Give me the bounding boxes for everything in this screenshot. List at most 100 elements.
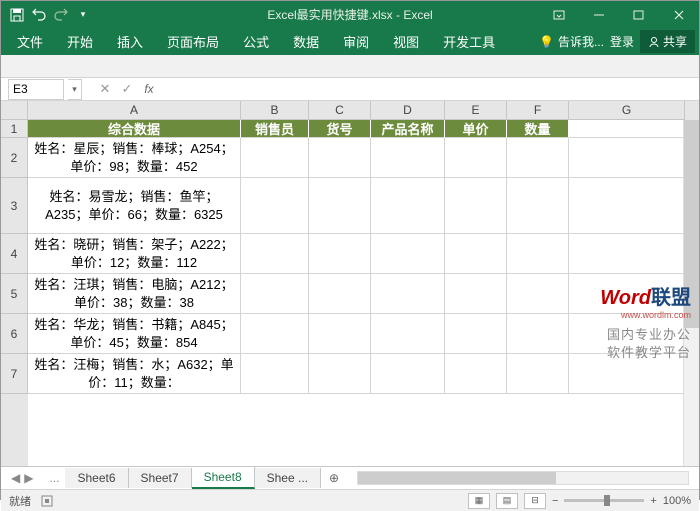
- zoom-level[interactable]: 100%: [663, 495, 691, 507]
- cell[interactable]: [445, 314, 507, 354]
- tell-me[interactable]: 💡告诉我...: [539, 33, 604, 50]
- cell[interactable]: 单价: [445, 120, 507, 138]
- cell[interactable]: [309, 138, 371, 178]
- nav-prev-icon[interactable]: ◀: [11, 471, 20, 485]
- col-header-f[interactable]: F: [507, 101, 569, 120]
- zoom-slider[interactable]: [564, 499, 644, 502]
- sheet-tab[interactable]: Sheet7: [129, 468, 192, 488]
- zoom-thumb[interactable]: [604, 495, 610, 506]
- view-normal-icon[interactable]: ▦: [468, 493, 490, 509]
- sheet-tab[interactable]: Shee ...: [255, 468, 321, 488]
- cell[interactable]: [507, 138, 569, 178]
- add-sheet-icon[interactable]: ⊕: [321, 471, 347, 485]
- cell[interactable]: [371, 354, 445, 394]
- enter-icon[interactable]: ✓: [116, 79, 138, 100]
- row-header[interactable]: 6: [1, 314, 28, 354]
- cell[interactable]: [569, 354, 685, 394]
- view-break-icon[interactable]: ⊟: [524, 493, 546, 509]
- cell[interactable]: [371, 314, 445, 354]
- cell[interactable]: [371, 138, 445, 178]
- cell[interactable]: 数量: [507, 120, 569, 138]
- cell[interactable]: [569, 314, 685, 354]
- tab-data[interactable]: 数据: [281, 28, 331, 55]
- cells-area[interactable]: 综合数据销售员货号产品名称单价数量姓名：星辰；销售：棒球；A254；单价：98；…: [28, 120, 699, 466]
- cell[interactable]: [507, 314, 569, 354]
- tab-layout[interactable]: 页面布局: [155, 28, 231, 55]
- cell[interactable]: 货号: [309, 120, 371, 138]
- tab-review[interactable]: 审阅: [331, 28, 381, 55]
- cell[interactable]: [507, 274, 569, 314]
- cell[interactable]: [309, 274, 371, 314]
- minimize-icon[interactable]: [579, 1, 619, 28]
- tab-insert[interactable]: 插入: [105, 28, 155, 55]
- cell[interactable]: [569, 120, 685, 138]
- zoom-out-icon[interactable]: −: [552, 495, 558, 507]
- cell[interactable]: 姓名：星辰；销售：棒球；A254；单价：98；数量：452: [28, 138, 241, 178]
- tab-view[interactable]: 视图: [381, 28, 431, 55]
- cell[interactable]: 姓名：汪琪；销售：电脑；A212；单价：38；数量：38: [28, 274, 241, 314]
- save-icon[interactable]: [7, 5, 27, 25]
- sheet-tab[interactable]: Sheet6: [65, 468, 128, 488]
- cell[interactable]: [241, 234, 309, 274]
- cell[interactable]: [445, 354, 507, 394]
- row-header[interactable]: 3: [1, 178, 28, 234]
- view-layout-icon[interactable]: ▤: [496, 493, 518, 509]
- cell[interactable]: 产品名称: [371, 120, 445, 138]
- vscroll-thumb[interactable]: [684, 120, 699, 328]
- cell[interactable]: [445, 274, 507, 314]
- cell[interactable]: [507, 178, 569, 234]
- tab-home[interactable]: 开始: [55, 28, 105, 55]
- redo-icon[interactable]: [51, 5, 71, 25]
- nav-next-icon[interactable]: ▶: [24, 471, 33, 485]
- cell[interactable]: [309, 314, 371, 354]
- col-header-e[interactable]: E: [445, 101, 507, 120]
- cell[interactable]: [309, 354, 371, 394]
- zoom-in-icon[interactable]: +: [650, 495, 656, 507]
- formula-input[interactable]: [160, 79, 699, 100]
- cell[interactable]: [371, 274, 445, 314]
- col-header-a[interactable]: A: [28, 101, 241, 120]
- name-box[interactable]: E3: [8, 79, 64, 100]
- row-header[interactable]: 4: [1, 234, 28, 274]
- tab-file[interactable]: 文件: [5, 28, 55, 55]
- hscroll-thumb[interactable]: [358, 472, 556, 484]
- row-header[interactable]: 2: [1, 138, 28, 178]
- ribbon-options-icon[interactable]: [539, 1, 579, 28]
- row-header[interactable]: 1: [1, 120, 28, 138]
- sheet-more[interactable]: ...: [43, 471, 65, 485]
- name-box-dropdown-icon[interactable]: ▾: [68, 79, 82, 100]
- cell[interactable]: 姓名：汪梅；销售：水；A632；单价：11；数量：: [28, 354, 241, 394]
- tab-formulas[interactable]: 公式: [231, 28, 281, 55]
- col-header-b[interactable]: B: [241, 101, 309, 120]
- cell[interactable]: [507, 234, 569, 274]
- cell[interactable]: [569, 234, 685, 274]
- cell[interactable]: [241, 178, 309, 234]
- horizontal-scrollbar[interactable]: [357, 471, 689, 485]
- cell[interactable]: [309, 178, 371, 234]
- cell[interactable]: [445, 138, 507, 178]
- col-header-c[interactable]: C: [309, 101, 371, 120]
- share-button[interactable]: 共享: [640, 30, 695, 53]
- col-header-d[interactable]: D: [371, 101, 445, 120]
- cell[interactable]: [241, 138, 309, 178]
- cell[interactable]: 销售员: [241, 120, 309, 138]
- cell[interactable]: [309, 234, 371, 274]
- macro-record-icon[interactable]: [41, 495, 53, 507]
- cell[interactable]: 姓名：晓研；销售：架子；A222；单价：12；数量：112: [28, 234, 241, 274]
- signin-link[interactable]: 登录: [610, 33, 634, 50]
- cell[interactable]: 姓名：易雪龙；销售：鱼竿；A235；单价：66；数量：6325: [28, 178, 241, 234]
- row-header[interactable]: 7: [1, 354, 28, 394]
- cell[interactable]: [445, 178, 507, 234]
- tab-developer[interactable]: 开发工具: [431, 28, 507, 55]
- cancel-icon[interactable]: ✕: [94, 79, 116, 100]
- maximize-icon[interactable]: [619, 1, 659, 28]
- cell[interactable]: [507, 354, 569, 394]
- sheet-nav[interactable]: ◀▶: [1, 471, 43, 485]
- row-header[interactable]: 5: [1, 274, 28, 314]
- select-all-corner[interactable]: [1, 101, 28, 120]
- cell[interactable]: [371, 234, 445, 274]
- cell[interactable]: [569, 274, 685, 314]
- cell[interactable]: 综合数据: [28, 120, 241, 138]
- cell[interactable]: 姓名：华龙；销售：书籍；A845；单价：45；数量：854: [28, 314, 241, 354]
- cell[interactable]: [241, 314, 309, 354]
